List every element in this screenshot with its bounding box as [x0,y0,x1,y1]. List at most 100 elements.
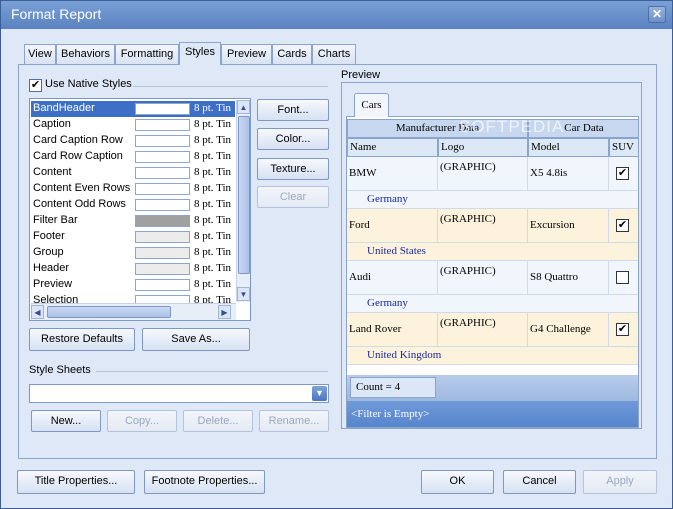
cell-logo: (GRAPHIC) [438,157,528,191]
scroll-down-icon[interactable]: ▼ [237,287,250,301]
suv-checkbox[interactable] [616,271,629,284]
style-name: Footer [33,230,65,242]
title-properties-button[interactable]: Title Properties... [17,470,135,494]
suv-checkbox[interactable]: ✔ [616,219,629,232]
style-list-item[interactable]: Filter Bar 8 pt. Tin [31,213,235,229]
row-country: Germany [347,295,638,313]
style-swatch [135,215,190,227]
table-row[interactable]: Audi (GRAPHIC) S8 Quattro Germany [347,261,638,313]
font-button[interactable]: Font... [257,99,329,121]
use-native-styles-label[interactable]: Use Native Styles [45,78,132,90]
tab-cards[interactable]: Cards [272,44,312,64]
preview-tab-cars[interactable]: Cars [354,93,389,117]
cell-logo: (GRAPHIC) [438,313,528,347]
table-row[interactable]: BMW (GRAPHIC) X5 4.8is ✔ Germany [347,157,638,209]
cell-model: S8 Quattro [528,261,609,295]
style-list-item[interactable]: Caption 8 pt. Tin [31,117,235,133]
style-list-item[interactable]: Card Row Caption 8 pt. Tin [31,149,235,165]
style-swatch [135,247,190,259]
cell-model: Excursion [528,209,609,243]
horizontal-scroll-thumb[interactable] [47,306,171,318]
window-title: Format Report [11,6,102,22]
delete-sheet-button[interactable]: Delete... [183,410,253,432]
restore-defaults-button[interactable]: Restore Defaults [29,328,135,351]
style-font: 8 pt. Tin [194,166,231,178]
style-font: 8 pt. Tin [194,214,231,226]
style-swatch [135,119,190,131]
apply-button[interactable]: Apply [583,470,657,494]
style-font: 8 pt. Tin [194,182,231,194]
cancel-button[interactable]: Cancel [503,470,576,494]
chevron-down-icon[interactable]: ▼ [312,386,327,401]
column-header-logo: Logo [438,138,528,157]
tab-preview[interactable]: Preview [221,44,272,64]
vertical-scrollbar[interactable]: ▲ ▼ [236,100,250,302]
style-name: Caption [33,118,71,130]
tab-charts[interactable]: Charts [312,44,356,64]
horizontal-scrollbar[interactable]: ◀ ▶ [31,303,236,320]
clear-button[interactable]: Clear [257,186,329,208]
style-swatch [135,167,190,179]
style-font: 8 pt. Tin [194,134,231,146]
styles-list[interactable]: BandHeader 8 pt. Tin Caption 8 pt. Tin Card … [29,98,251,321]
style-name: BandHeader [33,102,95,114]
color-button[interactable]: Color... [257,128,329,150]
style-list-item[interactable]: Card Caption Row 8 pt. Tin [31,133,235,149]
style-list-item[interactable]: Preview 8 pt. Tin [31,277,235,293]
style-name: Card Row Caption [33,150,123,162]
ok-button[interactable]: OK [421,470,494,494]
footnote-properties-button[interactable]: Footnote Properties... [144,470,265,494]
suv-checkbox[interactable]: ✔ [616,323,629,336]
tab-formatting[interactable]: Formatting [115,44,179,64]
tab-view[interactable]: View [24,44,56,64]
row-country: Germany [347,191,638,209]
style-sheets-label: Style Sheets [29,364,91,376]
style-swatch [135,151,190,163]
style-list-item[interactable]: Group 8 pt. Tin [31,245,235,261]
preview-footer: Count = 4 [347,375,638,401]
style-list-item[interactable]: Content Odd Rows 8 pt. Tin [31,197,235,213]
style-swatch [135,231,190,243]
style-font: 8 pt. Tin [194,246,231,258]
column-header-model: Model [528,138,609,157]
rename-sheet-button[interactable]: Rename... [259,410,329,432]
style-name: Card Caption Row [33,134,123,146]
scroll-left-icon[interactable]: ◀ [31,305,44,319]
watermark: SOFTPEDIA [459,117,565,136]
close-button[interactable]: ✕ [648,6,666,23]
style-list-item[interactable]: BandHeader 8 pt. Tin [31,101,235,117]
column-header-suv: SUV [609,138,638,157]
style-list-item[interactable]: Header 8 pt. Tin [31,261,235,277]
table-row[interactable]: Ford (GRAPHIC) Excursion ✔ United States [347,209,638,261]
cell-name: BMW [347,157,438,191]
style-swatch [135,103,190,115]
cell-name: Land Rover [347,313,438,347]
scroll-up-icon[interactable]: ▲ [237,100,250,114]
style-font: 8 pt. Tin [194,102,231,114]
column-header-name: Name [347,138,438,157]
record-count: Count = 4 [350,377,436,398]
style-font: 8 pt. Tin [194,198,231,210]
style-sheets-combo[interactable]: ▼ [29,384,329,403]
scroll-right-icon[interactable]: ▶ [218,305,231,319]
style-list-item[interactable]: Content Even Rows 8 pt. Tin [31,181,235,197]
cell-model: G4 Challenge [528,313,609,347]
use-native-styles-checkbox[interactable]: ✔ [29,79,42,92]
style-name: Content Odd Rows [33,198,126,210]
table-row[interactable]: Land Rover (GRAPHIC) G4 Challenge ✔ United K… [347,313,638,365]
tab-behaviors[interactable]: Behaviors [56,44,115,64]
row-country: United Kingdom [347,347,638,365]
cell-logo: (GRAPHIC) [438,261,528,295]
vertical-scroll-thumb[interactable] [238,116,250,274]
new-sheet-button[interactable]: New... [31,410,101,432]
copy-sheet-button[interactable]: Copy... [107,410,177,432]
preview-grid: Manufacturer Data Car Data Name Logo Mod… [346,116,639,428]
style-list-item[interactable]: Footer 8 pt. Tin [31,229,235,245]
suv-checkbox[interactable]: ✔ [616,167,629,180]
tab-styles[interactable]: Styles [179,42,221,65]
style-swatch [135,263,190,275]
save-as-button[interactable]: Save As... [142,328,250,351]
texture-button[interactable]: Texture... [257,158,329,180]
style-list-item[interactable]: Content 8 pt. Tin [31,165,235,181]
filter-bar: <Filter is Empty> [347,401,638,427]
